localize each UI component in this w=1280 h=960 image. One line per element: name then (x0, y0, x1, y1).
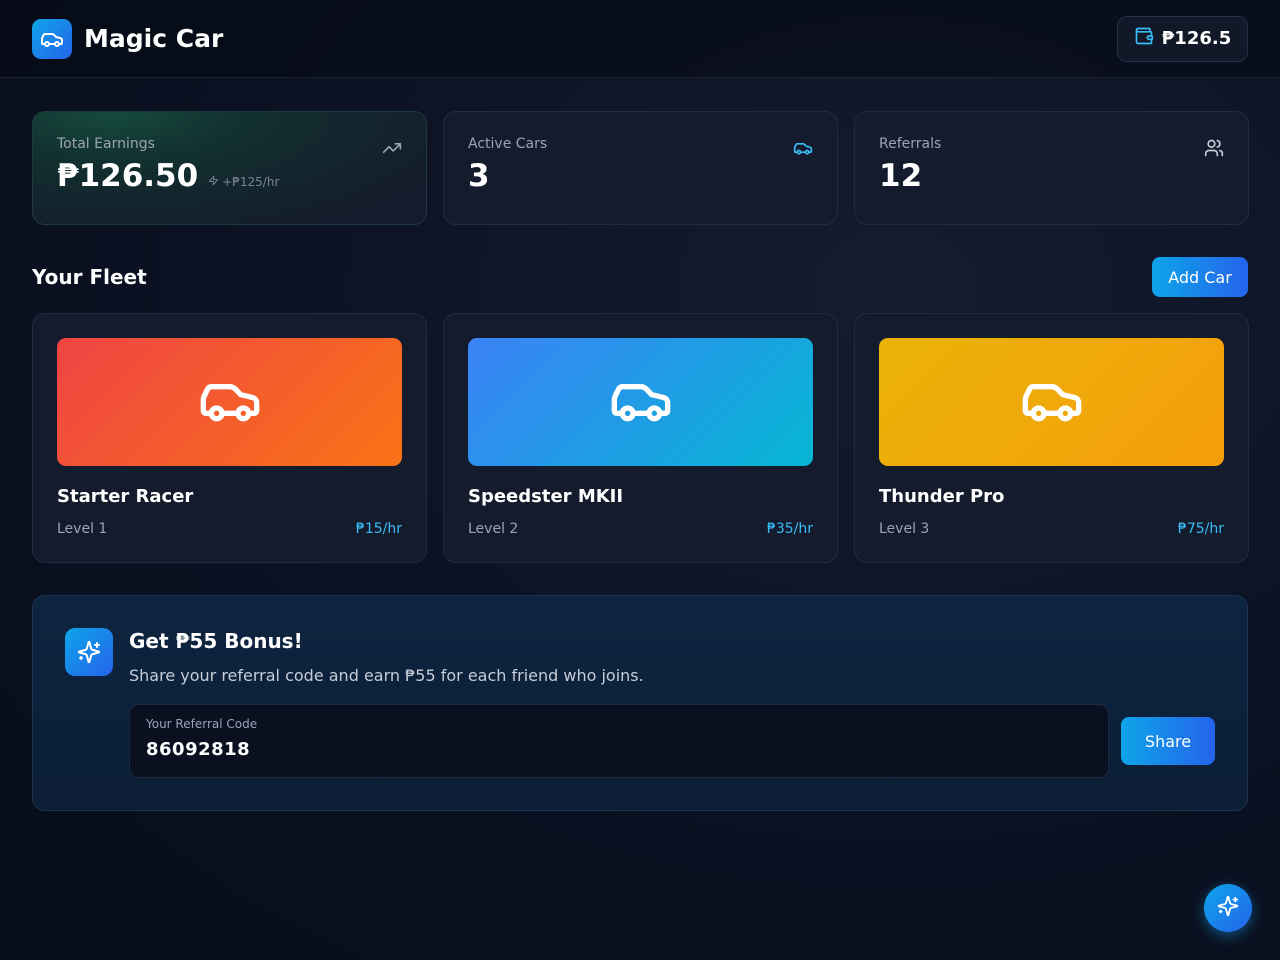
earning-rate: +₱125/hr (222, 175, 280, 189)
car-name: Starter Racer (57, 486, 194, 507)
users-icon (1204, 138, 1224, 162)
stat-card-total-earnings: Total Earnings ₱126.50 +₱125/hr (32, 111, 427, 225)
stat-value: ₱126.50 (57, 158, 199, 194)
car-level: Level 3 (879, 521, 930, 537)
car-card-thunder-pro[interactable]: Thunder Pro Level 3 ₱75/hr (854, 313, 1249, 563)
stat-value: 12 (879, 158, 923, 194)
fleet-title: Your Fleet (32, 265, 147, 289)
bonus-description: Share your referral code and earn ₱55 fo… (129, 666, 644, 685)
car-image (468, 338, 813, 466)
trending-up-icon (382, 138, 402, 162)
app-header: Magic Car ₱126.5 (0, 0, 1280, 78)
share-button[interactable]: Share (1121, 717, 1215, 765)
car-card-starter-racer[interactable]: Starter Racer Level 1 ₱15/hr (32, 313, 427, 563)
wallet-balance-button[interactable]: ₱126.5 (1117, 15, 1248, 62)
car-name: Speedster MKII (468, 486, 624, 507)
car-image (879, 338, 1224, 466)
stat-label: Referrals (879, 136, 942, 152)
sparkles-icon (1217, 895, 1239, 921)
app-title: Magic Car (84, 24, 224, 53)
stat-card-referrals: Referrals 12 (854, 111, 1249, 225)
floating-action-button[interactable] (1204, 884, 1252, 932)
referral-code-box[interactable]: Your Referral Code 86092818 (129, 704, 1109, 778)
car-rate: ₱35/hr (766, 521, 813, 537)
fleet-list: Starter Racer Level 1 ₱15/hr Speedster M… (32, 313, 1249, 563)
bonus-title: Get ₱55 Bonus! (129, 629, 303, 653)
car-image (57, 338, 402, 466)
car-rate: ₱15/hr (355, 521, 402, 537)
wallet-icon (1134, 26, 1154, 51)
add-car-button[interactable]: Add Car (1152, 257, 1248, 297)
stat-label: Active Cars (468, 136, 548, 152)
brand[interactable]: Magic Car (32, 18, 224, 59)
car-icon (793, 138, 813, 162)
referral-bonus-card: Get ₱55 Bonus! Share your referral code … (32, 595, 1248, 811)
car-level: Level 1 (57, 521, 108, 537)
car-icon (32, 18, 72, 59)
car-level: Level 2 (468, 521, 519, 537)
car-icon (198, 368, 262, 436)
sparkles-icon (65, 628, 113, 676)
stats-row: Total Earnings ₱126.50 +₱125/hr Active C… (32, 111, 1249, 225)
referral-code-label: Your Referral Code (146, 717, 258, 731)
car-card-speedster-mkii[interactable]: Speedster MKII Level 2 ₱35/hr (443, 313, 838, 563)
car-name: Thunder Pro (879, 486, 1005, 507)
stat-value: 3 (468, 158, 490, 194)
car-rate: ₱75/hr (1177, 521, 1224, 537)
stat-label: Total Earnings (57, 136, 155, 152)
car-icon (1020, 368, 1084, 436)
wallet-amount: ₱126.5 (1161, 28, 1232, 49)
referral-code[interactable]: 86092818 (146, 739, 1092, 760)
stat-card-active-cars: Active Cars 3 (443, 111, 838, 225)
car-icon (609, 368, 673, 436)
zap-icon (208, 175, 219, 189)
